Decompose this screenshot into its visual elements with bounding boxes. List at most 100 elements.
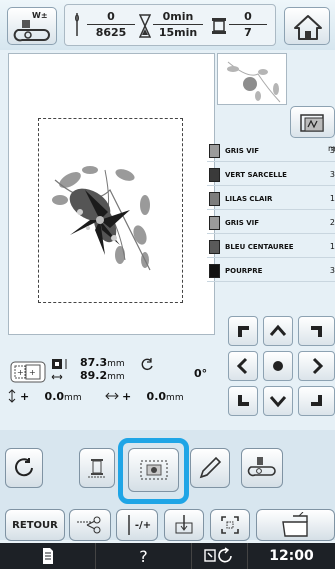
thread-row[interactable]: LILAS CLAIR 1 — [207, 188, 335, 210]
corner-down-right-icon — [310, 395, 322, 406]
thread-minutes: 1 — [329, 194, 335, 203]
move-up-right-button[interactable] — [298, 316, 335, 346]
height-unit: mm — [107, 359, 125, 369]
size-dimension-icon — [51, 359, 67, 380]
presser-foot-tool-icon — [247, 457, 276, 477]
move-center-button[interactable] — [263, 351, 293, 381]
presser-foot-button[interactable]: W± — [7, 7, 57, 45]
vertical-plus: + — [20, 390, 30, 403]
move-up-button[interactable] — [263, 316, 293, 346]
thread-trim-button[interactable] — [69, 509, 111, 541]
clock-display: 12:00 — [269, 548, 314, 564]
move-down-button[interactable] — [263, 386, 293, 416]
thread-name: POURPRE — [225, 266, 263, 275]
thread-minutes: 3 — [329, 146, 335, 155]
thread-spool-icon — [88, 459, 106, 478]
presser-foot-tool-button[interactable] — [241, 448, 283, 488]
design-info-panel: + + 87.3mm 89.2mm 0° + 0.0mm + 0.0mm — [8, 355, 258, 415]
pencil-edit-button[interactable] — [190, 448, 230, 488]
thread-name: GRIS VIF — [225, 218, 260, 227]
vertical-position-icon — [8, 389, 16, 403]
thread-color-swatch — [209, 263, 220, 278]
presser-foot-icon: W± — [13, 11, 50, 42]
needle-plus-minus-label: -/+ — [134, 519, 152, 531]
thread-minutes: 3 — [329, 266, 335, 275]
stitch-count: 0 8625 — [87, 9, 135, 40]
thread-name: LILAS CLAIR — [225, 194, 273, 203]
help-button[interactable]: ? — [96, 543, 192, 569]
thread-color-swatch — [209, 143, 220, 158]
width-value: 89.2 — [80, 369, 108, 382]
stitch-total: 8625 — [95, 26, 127, 39]
thread-row[interactable]: GRIS VIF 3 — [207, 140, 335, 162]
trial-frame-button[interactable] — [128, 448, 179, 492]
pencil-icon — [199, 456, 222, 479]
thread-color-swatch — [209, 191, 220, 206]
manual-button[interactable] — [0, 543, 96, 569]
vertical-value: 0.0 — [44, 390, 65, 403]
horizontal-position: + 0.0mm — [122, 390, 184, 403]
thread-row[interactable]: BLEU CENTAUREE 1 — [207, 236, 335, 258]
horizontal-unit: mm — [166, 393, 184, 403]
corner-up-right-icon — [310, 326, 322, 337]
thread-name: VERT SARCELLE — [225, 170, 287, 179]
arrow-down-icon — [269, 396, 287, 408]
color-total: 7 — [244, 26, 252, 39]
memory-pocket-icon — [281, 512, 308, 537]
time-total: 15min — [158, 26, 198, 39]
settings-button[interactable] — [192, 543, 248, 569]
memory-button[interactable] — [256, 509, 335, 541]
thread-row[interactable]: VERT SARCELLE 3 — [207, 164, 335, 186]
hoop-size-icon: + + — [10, 361, 46, 383]
move-down-right-button[interactable] — [298, 386, 335, 416]
vertical-unit: mm — [64, 393, 82, 403]
spool-icon — [212, 18, 226, 34]
frame-corners-icon — [221, 516, 239, 534]
rotation-angle: 0° — [194, 367, 208, 380]
move-up-left-button[interactable] — [228, 316, 258, 346]
stitch-move-button[interactable] — [164, 509, 204, 541]
thread-color-list: GRIS VIF 3 VERT SARCELLE 3 LILAS CLAIR 1 GRIS … — [207, 140, 335, 310]
horizontal-plus: + — [122, 390, 132, 403]
design-height: 87.3mm — [80, 356, 125, 369]
design-preview-thumbnail — [217, 53, 287, 105]
svg-text:+: + — [29, 368, 36, 377]
trial-stitch-icon — [140, 460, 167, 480]
needle-plus-minus-button[interactable]: -/+ — [116, 509, 158, 541]
thread-row[interactable]: POURPRE 3 — [207, 260, 335, 282]
thread-name: GRIS VIF — [225, 146, 260, 155]
status-bar: ? 12:00 — [0, 543, 335, 569]
horizontal-value: 0.0 — [146, 390, 167, 403]
trial-outline-button[interactable] — [210, 509, 250, 541]
needle-icon — [75, 13, 79, 36]
arrow-right-icon — [312, 357, 323, 375]
move-right-button[interactable] — [298, 351, 335, 381]
preview-design-image — [227, 61, 281, 103]
center-dot-icon — [273, 361, 283, 371]
rotate-icon — [15, 458, 33, 477]
needle-small-icon — [128, 515, 130, 535]
preview-button[interactable] — [290, 106, 335, 138]
svg-text:+: + — [17, 368, 24, 377]
thread-name: BLEU CENTAUREE — [225, 242, 294, 251]
thread-color-swatch — [209, 167, 220, 182]
thread-minutes: 2 — [329, 218, 335, 227]
vertical-position: + 0.0mm — [20, 390, 82, 403]
retour-button[interactable]: RETOUR — [5, 509, 65, 541]
horizontal-position-icon — [105, 392, 119, 400]
rotate-button[interactable] — [5, 448, 43, 488]
scissors-icon — [77, 516, 101, 534]
svg-text:W±: W± — [32, 11, 48, 20]
design-width: 89.2mm — [80, 369, 125, 382]
settings-screen-icon — [203, 547, 232, 563]
thread-color-swatch — [209, 239, 220, 254]
thread-color-swatch — [209, 215, 220, 230]
color-current: 0 — [229, 9, 267, 25]
home-button[interactable] — [284, 7, 330, 45]
height-value: 87.3 — [80, 356, 108, 369]
document-icon — [42, 548, 53, 564]
spool-button[interactable] — [79, 448, 115, 488]
thread-minutes: 1 — [329, 242, 335, 251]
thread-row[interactable]: GRIS VIF 2 — [207, 212, 335, 234]
color-count: 0 7 — [229, 9, 267, 40]
